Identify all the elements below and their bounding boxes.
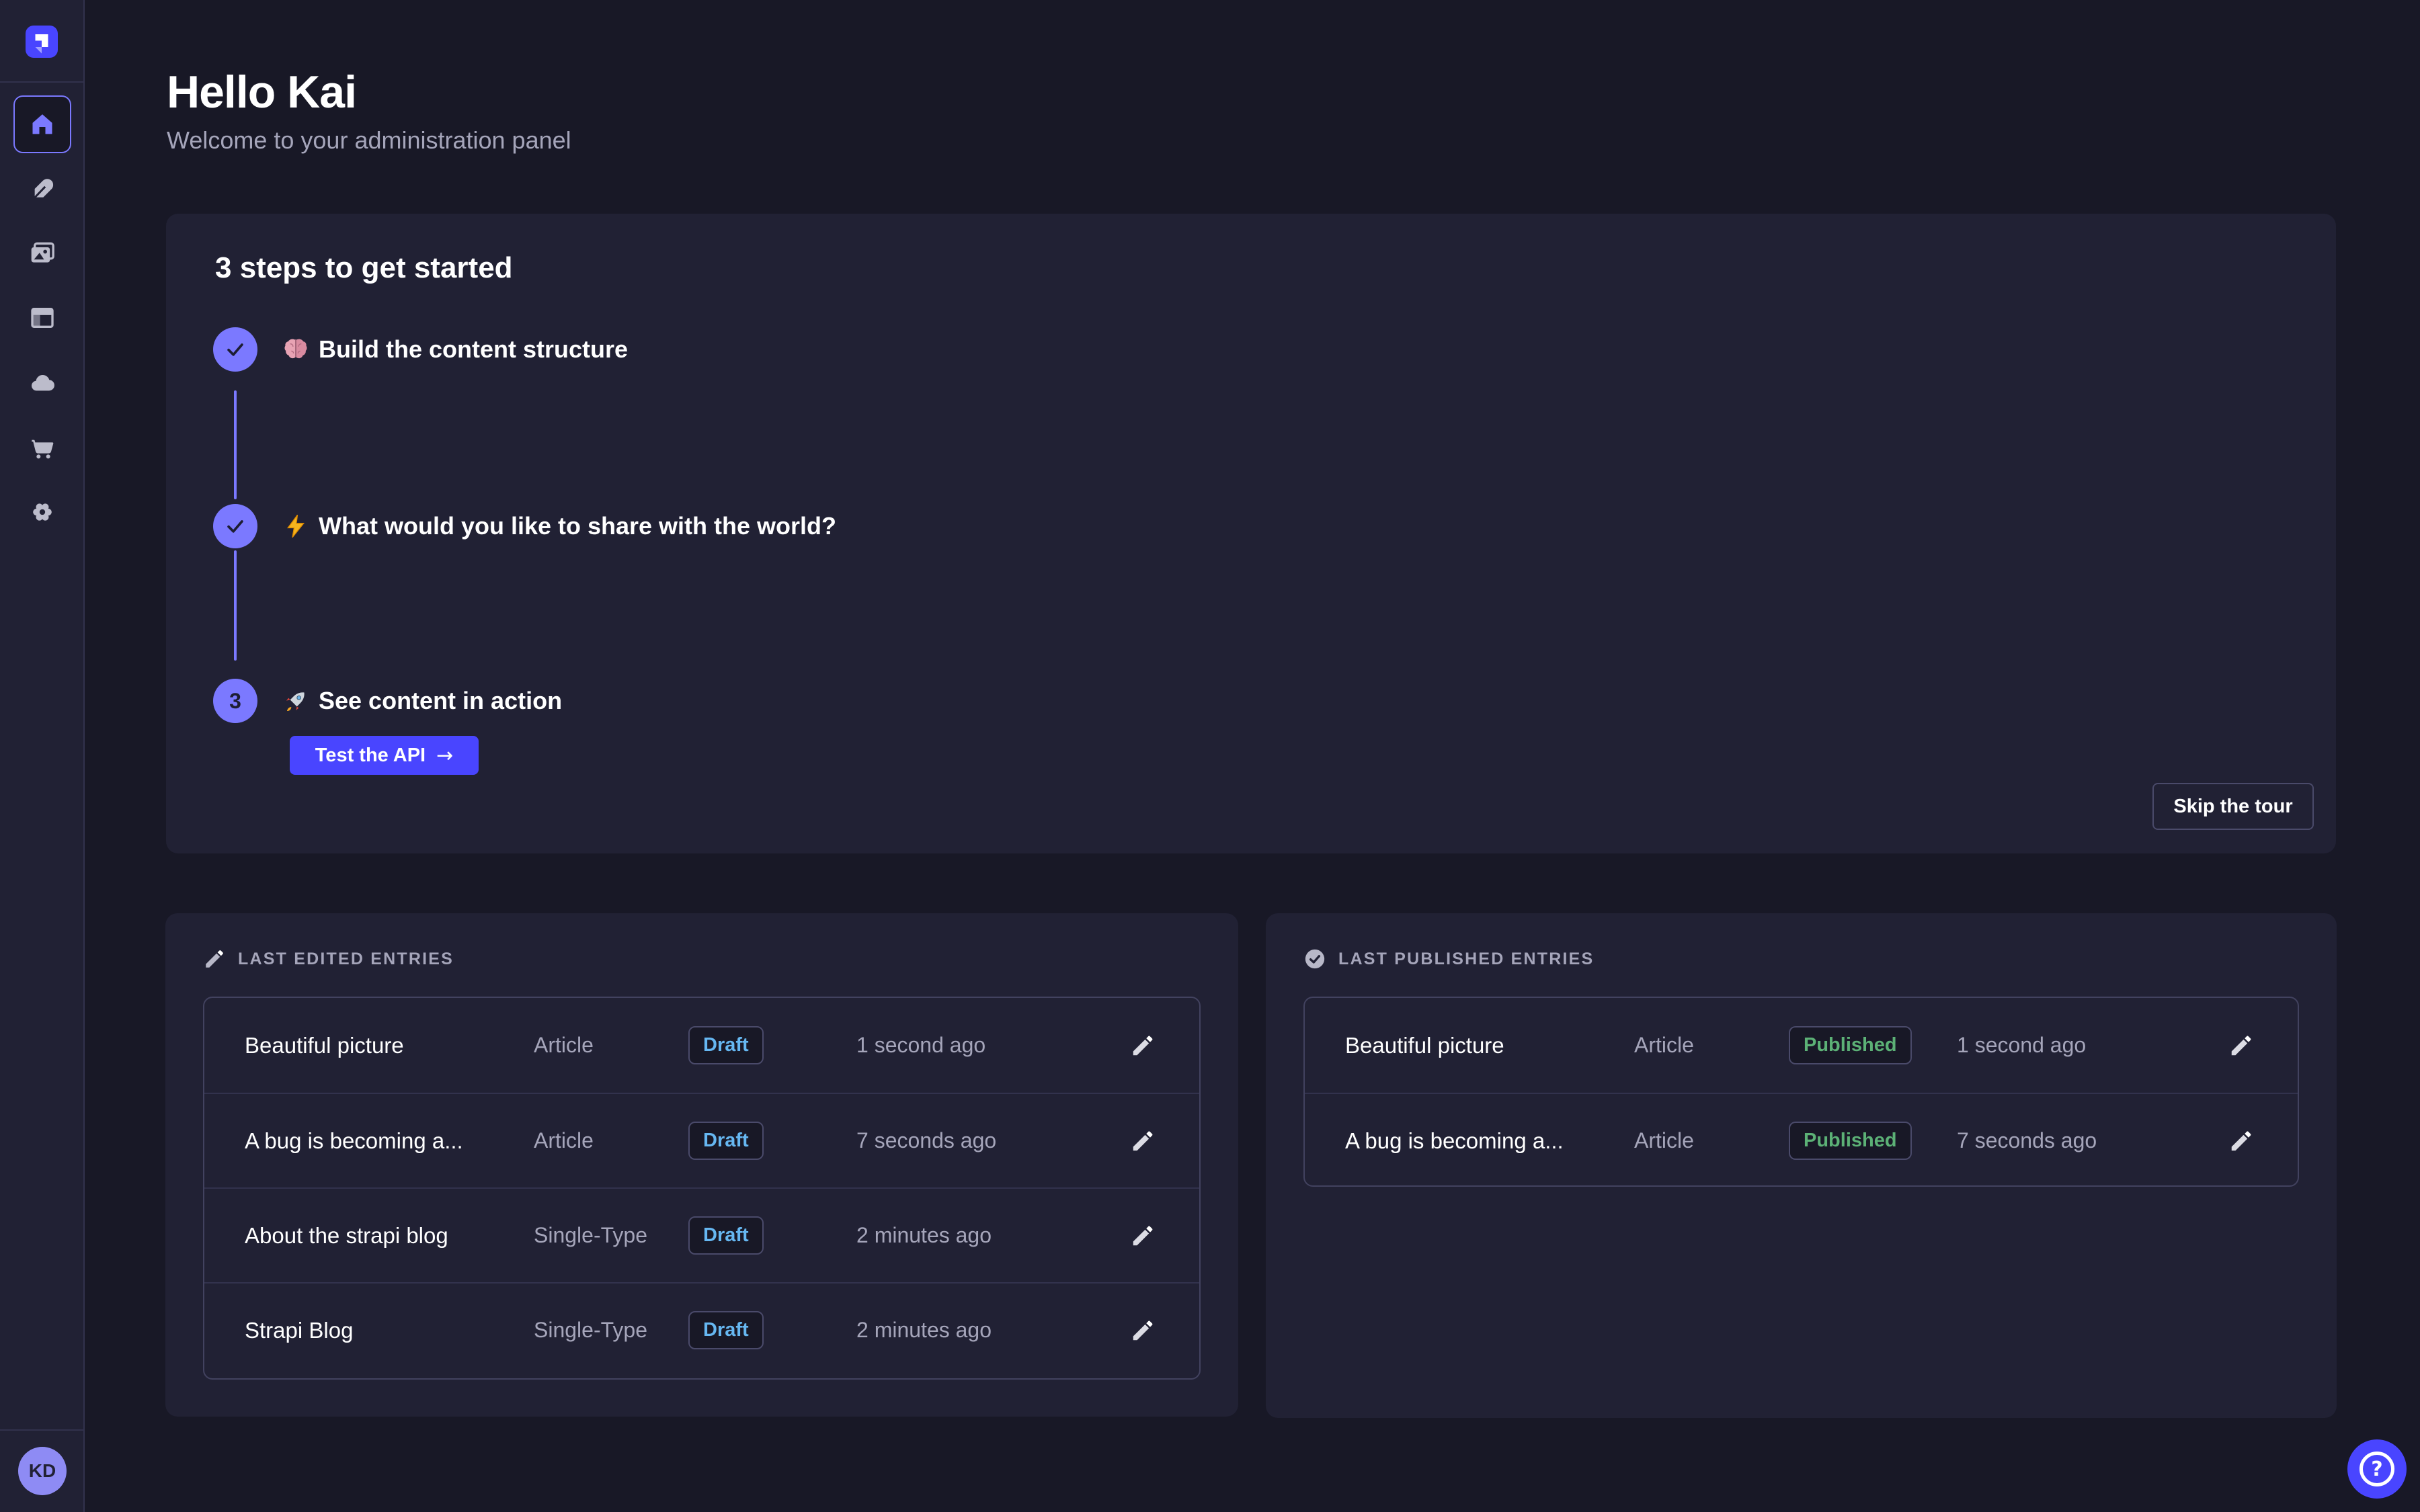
step-3-text: See content in action [319, 687, 562, 715]
check-icon [224, 338, 247, 361]
edit-entry-button[interactable] [1127, 1220, 1159, 1252]
sidebar-item-media-library[interactable] [29, 240, 56, 267]
step-3-label: See content in action [282, 679, 562, 723]
step-2-status-circle [213, 504, 257, 548]
step-connector-2 [234, 550, 237, 661]
step-3-status-circle: 3 [213, 679, 257, 723]
last-published-entries-header: LAST PUBLISHED ENTRIES [1303, 948, 1594, 970]
check-icon [224, 515, 247, 538]
zap-emoji-icon [282, 513, 309, 540]
entry-type: Article [534, 1033, 688, 1058]
step-1-text: Build the content structure [319, 335, 628, 364]
pencil-icon [1130, 1033, 1156, 1058]
sidebar-divider-bottom [0, 1429, 85, 1431]
last-edited-entries-header: LAST EDITED ENTRIES [203, 948, 454, 970]
entry-title: Beautiful picture [1345, 1033, 1634, 1058]
entry-type: Article [1634, 1033, 1789, 1058]
entry-time: 1 second ago [856, 1033, 1127, 1058]
table-row: A bug is becoming a... Article Published… [1305, 1093, 2298, 1187]
strapi-logo-icon [26, 26, 58, 58]
sidebar-item-content-type-builder[interactable] [29, 304, 56, 331]
entry-title: About the strapi blog [245, 1223, 534, 1249]
entry-time: 2 minutes ago [856, 1318, 1127, 1343]
brain-emoji-icon [282, 336, 309, 363]
marketplace-cart-icon [29, 435, 56, 462]
content-type-builder-icon [29, 304, 56, 331]
test-the-api-button[interactable]: Test the API → [290, 736, 479, 775]
question-mark-icon: ? [2360, 1452, 2394, 1486]
step-connector-1 [234, 390, 237, 499]
entry-time: 2 minutes ago [856, 1223, 1127, 1248]
sidebar-item-home[interactable] [13, 95, 71, 153]
status-badge: Published [1789, 1026, 1912, 1064]
last-published-entries-table: Beautiful picture Article Published 1 se… [1303, 997, 2299, 1187]
pencil-icon [2228, 1128, 2254, 1154]
page-title: Hello Kai [167, 66, 356, 118]
last-edited-entries-title: LAST EDITED ENTRIES [238, 950, 454, 969]
test-the-api-label: Test the API [315, 745, 426, 767]
rocket-emoji-icon [282, 687, 309, 714]
content-manager-feather-icon [29, 176, 56, 203]
step-1-label: Build the content structure [282, 327, 628, 372]
sidebar-item-settings[interactable] [29, 499, 56, 526]
main-nav-sidebar: KD [0, 0, 85, 1512]
step-2-label: What would you like to share with the wo… [282, 504, 836, 548]
step-3-number: 3 [229, 689, 241, 714]
entry-type: Article [1634, 1128, 1789, 1153]
sidebar-item-content-manager[interactable] [29, 176, 56, 203]
edit-entry-button[interactable] [2225, 1125, 2257, 1157]
pencil-icon [2228, 1033, 2254, 1058]
user-avatar[interactable]: KD [18, 1447, 67, 1495]
arrow-right-icon: → [436, 744, 453, 767]
step-2-text: What would you like to share with the wo… [319, 512, 836, 540]
status-badge: Draft [688, 1311, 764, 1349]
sidebar-item-cloud[interactable] [29, 370, 56, 396]
strapi-logo[interactable] [26, 26, 58, 58]
table-row: Strapi Blog Single-Type Draft 2 minutes … [204, 1282, 1199, 1377]
entry-title: A bug is becoming a... [245, 1128, 534, 1154]
cloud-icon [29, 370, 56, 396]
edit-entry-button[interactable] [1127, 1125, 1159, 1157]
page-subtitle: Welcome to your administration panel [167, 126, 571, 155]
edit-entry-button[interactable] [1127, 1030, 1159, 1062]
settings-gear-icon [29, 499, 56, 526]
pencil-icon [1130, 1223, 1156, 1249]
status-badge: Draft [688, 1026, 764, 1064]
pencil-icon [1130, 1128, 1156, 1154]
skip-the-tour-button[interactable]: Skip the tour [2152, 783, 2314, 830]
sidebar-item-marketplace[interactable] [29, 435, 56, 462]
edit-entry-button[interactable] [1127, 1314, 1159, 1347]
table-row: About the strapi blog Single-Type Draft … [204, 1187, 1199, 1282]
home-icon [29, 111, 56, 138]
sidebar-divider-top [0, 81, 85, 83]
media-library-icon [29, 240, 56, 267]
table-row: Beautiful picture Article Published 1 se… [1305, 998, 2298, 1093]
edit-entry-button[interactable] [2225, 1030, 2257, 1062]
entry-type: Single-Type [534, 1318, 688, 1343]
status-badge: Draft [688, 1122, 764, 1160]
entry-type: Single-Type [534, 1223, 688, 1248]
entry-time: 7 seconds ago [1957, 1128, 2225, 1153]
status-badge: Draft [688, 1216, 764, 1255]
entry-time: 7 seconds ago [856, 1128, 1127, 1153]
last-edited-entries-table: Beautiful picture Article Draft 1 second… [203, 997, 1201, 1380]
help-button[interactable]: ? [2347, 1439, 2407, 1499]
table-row: Beautiful picture Article Draft 1 second… [204, 998, 1199, 1093]
status-badge: Published [1789, 1122, 1912, 1160]
pencil-icon [1130, 1318, 1156, 1343]
entry-type: Article [534, 1128, 688, 1153]
entry-title: A bug is becoming a... [1345, 1128, 1634, 1154]
step-1-status-circle [213, 327, 257, 372]
last-published-entries-title: LAST PUBLISHED ENTRIES [1338, 950, 1594, 969]
entry-time: 1 second ago [1957, 1033, 2225, 1058]
pencil-icon [203, 948, 226, 970]
check-circle-icon [1303, 948, 1326, 970]
table-row: A bug is becoming a... Article Draft 7 s… [204, 1093, 1199, 1187]
entry-title: Strapi Blog [245, 1318, 534, 1343]
strapi-admin-home: KD Hello Kai Welcome to your administrat… [0, 0, 2420, 1512]
onboarding-title: 3 steps to get started [215, 251, 513, 285]
entry-title: Beautiful picture [245, 1033, 534, 1058]
